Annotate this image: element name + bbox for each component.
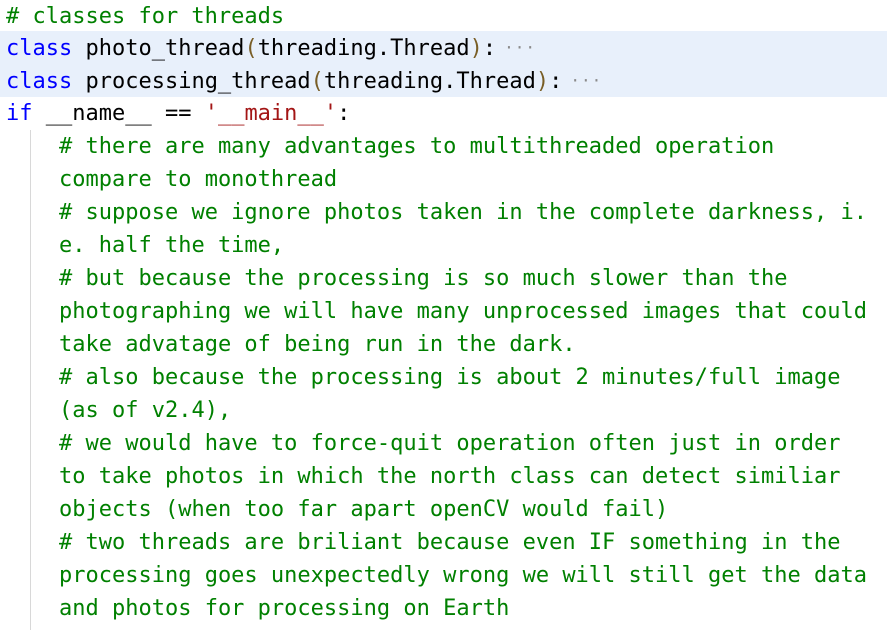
close-paren: )	[535, 69, 550, 94]
code-line-comment: to take photos in which the north class …	[0, 460, 887, 493]
code-line-comment: take advatage of being run in the dark.	[0, 328, 887, 361]
open-paren: (	[244, 36, 258, 61]
comment: and photos for processing on Earth	[59, 596, 510, 621]
code-line-comment: and photos for processing on Earth	[0, 592, 887, 625]
comment: # also because the processing is about 2…	[59, 365, 841, 390]
class-processing-thread-line[interactable]: class processing_thread(threading.Thread…	[0, 64, 887, 97]
comment: objects (when too far apart openCV would…	[59, 497, 669, 522]
colon: :	[549, 69, 563, 94]
folded-region-ellipsis-icon[interactable]: ···	[504, 31, 536, 64]
code-line-comment: # also because the processing is about 2…	[0, 361, 887, 394]
code-editor[interactable]: # classes for threads class photo_thread…	[0, 0, 887, 630]
comment: processing goes unexpectedly wrong we wi…	[59, 563, 867, 588]
comment: # two threads are briliant because even …	[59, 530, 841, 555]
code-line-comment: # two threads are briliant because even …	[0, 526, 887, 559]
if-main-line: if __name__ == '__main__':	[0, 97, 887, 130]
if-keyword: if	[6, 101, 33, 126]
code-line-comment: compare to monothread	[0, 163, 887, 196]
close-paren: )	[469, 36, 483, 61]
open-paren: (	[310, 69, 324, 94]
comment: compare to monothread	[59, 167, 338, 192]
comment: take advatage of being run in the dark.	[59, 332, 576, 357]
base-class: threading.Thread	[323, 69, 536, 94]
class-keyword: class	[6, 69, 73, 94]
class-photo-thread-line[interactable]: class photo_thread(threading.Thread): ···	[0, 31, 887, 64]
code-line-comment: # we would have to force-quit operation …	[0, 427, 887, 460]
comment: e. half the time,	[59, 233, 285, 258]
colon: :	[482, 36, 497, 61]
comment: # there are many advantages to multithre…	[59, 134, 775, 159]
code-line-comment: # suppose we ignore photos taken in the …	[0, 196, 887, 229]
comment: photographing we will have many unproces…	[59, 299, 867, 324]
name-expression: __name__ ==	[45, 101, 192, 126]
class-name: photo_thread	[85, 36, 245, 61]
folded-region-ellipsis-icon[interactable]: ···	[570, 64, 602, 97]
comment: # suppose we ignore photos taken in the …	[59, 200, 867, 225]
code-line-comment: (as of v2.4),	[0, 394, 887, 427]
code-line-comment: # classes for threads	[0, 0, 887, 33]
code-line-comment: processing goes unexpectedly wrong we wi…	[0, 559, 887, 592]
class-keyword: class	[6, 36, 73, 61]
code-line-comment: objects (when too far apart openCV would…	[0, 493, 887, 526]
comment: # classes for threads	[6, 4, 285, 29]
code-line-comment: e. half the time,	[0, 229, 887, 262]
main-string: '__main__'	[204, 101, 338, 126]
colon: :	[337, 101, 351, 126]
comment: (as of v2.4),	[59, 398, 232, 423]
comment: to take photos in which the north class …	[59, 464, 841, 489]
comment: # we would have to force-quit operation …	[59, 431, 841, 456]
code-line-comment: # but because the processing is so much …	[0, 262, 887, 295]
class-name: processing_thread	[85, 69, 311, 94]
code-line-comment: photographing we will have many unproces…	[0, 295, 887, 328]
base-class: threading.Thread	[257, 36, 470, 61]
code-line-comment: # there are many advantages to multithre…	[0, 130, 887, 163]
comment: # but because the processing is so much …	[59, 266, 788, 291]
